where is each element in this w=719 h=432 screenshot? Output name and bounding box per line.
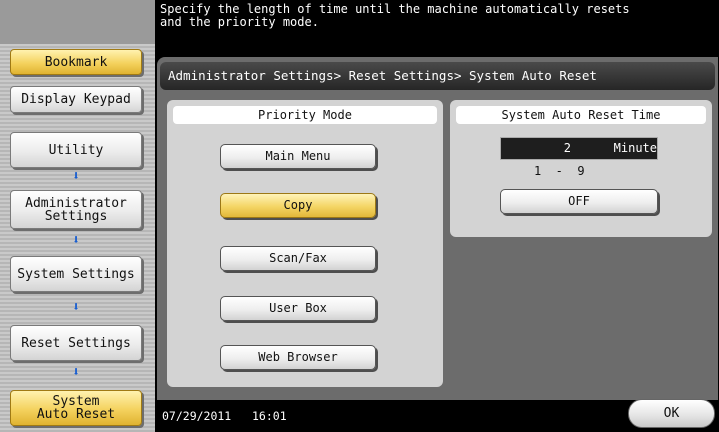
ok-button[interactable]: OK [628,399,715,428]
nav-utility-button[interactable]: Utility [10,132,142,168]
reset-time-value: 2 [563,141,571,155]
status-time: 16:01 [252,409,287,423]
auto-reset-time-section: System Auto Reset Time 2 Minute 1 - 9 OF… [450,100,712,237]
nav-reset-settings-button[interactable]: Reset Settings [10,325,142,361]
instruction-message: Specify the length of time until the mac… [160,2,630,29]
nav-system-settings-button[interactable]: System Settings [10,256,142,292]
down-arrow-icon: ⬇ [72,233,80,248]
priority-scan-fax-button[interactable]: Scan/Fax [220,246,376,271]
reset-time-off-button[interactable]: OFF [500,189,658,214]
priority-user-box-button[interactable]: User Box [220,296,376,321]
down-arrow-icon: ⬇ [72,300,80,315]
priority-mode-heading: Priority Mode [173,106,437,124]
nav-system-auto-reset-button[interactable]: System Auto Reset [10,390,142,426]
priority-copy-button[interactable]: Copy [220,193,376,218]
nav-administrator-settings-button[interactable]: Administrator Settings [10,190,142,229]
reset-time-unit: Minute [613,141,657,155]
reset-time-range: 1 - 9 [534,164,585,178]
priority-mode-section: Priority Mode Main Menu Copy Scan/Fax Us… [167,100,443,387]
left-top-strip [0,0,155,44]
down-arrow-icon: ⬇ [72,169,80,184]
down-arrow-icon: ⬇ [72,365,80,380]
touch-panel-screen: Bookmark Display Keypad Utility ⬇ Admini… [0,0,719,432]
priority-main-menu-button[interactable]: Main Menu [220,144,376,169]
bookmark-button[interactable]: Bookmark [10,49,142,75]
status-date: 07/29/2011 [162,409,232,423]
reset-time-input[interactable]: 2 Minute [500,137,658,160]
auto-reset-time-heading: System Auto Reset Time [456,106,706,124]
priority-web-browser-button[interactable]: Web Browser [220,345,376,370]
breadcrumb: Administrator Settings> Reset Settings> … [160,62,715,90]
display-keypad-button[interactable]: Display Keypad [10,86,142,113]
